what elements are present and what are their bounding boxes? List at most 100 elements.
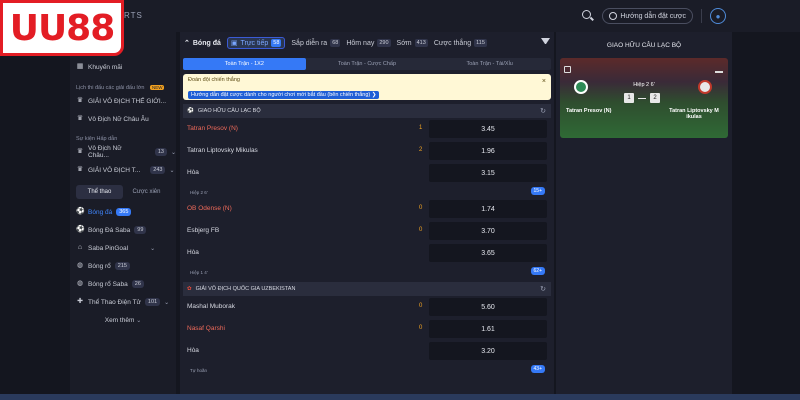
logo-text: UU88	[9, 7, 116, 49]
football-icon: ⚽	[76, 208, 85, 215]
gift-icon: ▦	[76, 63, 84, 70]
odds-button[interactable]: 3.20	[429, 342, 547, 360]
odds-button[interactable]: 5.60	[429, 298, 547, 316]
count-badge: 115	[474, 39, 487, 47]
more-markets-button[interactable]: 43+	[530, 365, 545, 373]
filter-upcoming[interactable]: Sắp diễn ra 68	[291, 39, 341, 47]
team-score: 0	[419, 205, 423, 211]
refresh-icon[interactable]: ↻	[540, 107, 546, 115]
sidebar-item-label: Bóng đá	[88, 208, 113, 216]
league-header[interactable]: ⚽ GIAO HỮU CÂU LẠC BỘ ↻	[183, 104, 551, 118]
chevron-down-icon[interactable]: ⌄	[164, 299, 169, 306]
home-team-name: Tatran Presov (N)	[566, 108, 612, 114]
table-row: Esbjerg FB 0 3.70	[183, 220, 551, 242]
match-meta-row: Hiệp 2 6' 15+	[183, 184, 551, 198]
table-row: Hòa 3.15	[183, 162, 551, 184]
flag-icon: ✿	[187, 286, 192, 292]
count-badge: 243	[150, 166, 166, 174]
odds-button[interactable]: 3.15	[429, 164, 547, 182]
notice-title: Đoán đội chiến thắng	[188, 77, 240, 83]
filter-live[interactable]: ▣ Trực tiếp 58	[226, 37, 286, 49]
tab-parlay[interactable]: Cược xiên	[123, 185, 170, 199]
notice-link[interactable]: Hướng dẫn đặt cược dành cho người chơi m…	[188, 91, 380, 99]
count-badge: 26	[131, 280, 144, 288]
count-badge: 290	[377, 39, 391, 47]
filter-icon[interactable]	[541, 38, 550, 47]
team-score: 0	[419, 303, 423, 309]
chevron-down-icon[interactable]: ⌄	[150, 245, 155, 252]
sidebar-item-basketball[interactable]: ◍ Bóng rổ 215	[70, 257, 176, 275]
window-icon[interactable]	[564, 66, 571, 73]
main-content: ⌃ Bóng đá ▣ Trực tiếp 58 Sắp diễn ra 68 …	[180, 32, 554, 400]
chevron-down-icon[interactable]: ⌄	[169, 167, 174, 174]
sidebar-item-highlight-2[interactable]: ♛ GIẢI VÔ ĐỊCH T... 243 ⌄	[70, 161, 176, 179]
search-icon[interactable]	[582, 10, 594, 22]
stats-icon[interactable]	[715, 66, 723, 73]
away-team-name: Tatran Liptovsky M ikulas	[669, 108, 719, 120]
league-header[interactable]: ✿ GIẢI VÔ ĐỊCH QUỐC GIA UZBEKISTAN ↻	[183, 282, 551, 296]
user-icon[interactable]: ●	[710, 8, 726, 24]
table-row: Mashal Muborak 0 5.60	[183, 296, 551, 318]
filter-bar: ⌃ Bóng đá ▣ Trực tiếp 58 Sắp diễn ra 68 …	[180, 32, 554, 54]
brand-logo[interactable]: UU88	[0, 0, 124, 56]
filter-today[interactable]: Hôm nay 290	[346, 39, 391, 47]
sidebar-item-highlight-1[interactable]: ♛ Vô Địch Nữ Châu... 13 ⌄	[70, 143, 176, 161]
team-name: OB Odense (N)	[187, 205, 232, 212]
tab-sports[interactable]: Thể thao	[76, 185, 123, 199]
table-row: Hòa 3.65	[183, 242, 551, 264]
top-actions: Hướng dẫn đặt cược ●	[582, 8, 726, 24]
count-badge: 68	[330, 39, 341, 47]
home-score: 1	[624, 93, 634, 103]
sidebar-item-label: Saba PinGoal	[88, 244, 129, 252]
tab-1x2[interactable]: Toàn Trận - 1X2	[183, 58, 306, 70]
schedule-title: Lịch thi đấu các giải đấu lớn NEW	[76, 85, 165, 91]
refresh-icon[interactable]: ↻	[540, 285, 546, 293]
sidebar-item-saba-basketball[interactable]: ◍ Bóng rổ Saba 26	[70, 275, 176, 293]
score-separator	[638, 97, 646, 99]
more-markets-button[interactable]: 15+	[530, 187, 545, 195]
odds-button[interactable]: 3.65	[429, 244, 547, 262]
chevron-down-icon[interactable]: ⌄	[171, 149, 176, 156]
live-icon: ▣	[230, 40, 238, 47]
league-name: GIẢI VÔ ĐỊCH QUỐC GIA UZBEKISTAN	[195, 286, 296, 292]
show-more-button[interactable]: Xem thêm ⌄	[70, 317, 176, 324]
odds-button[interactable]: 1.96	[429, 142, 547, 160]
table-row: OB Odense (N) 0 1.74	[183, 198, 551, 220]
scoreboard-controls	[564, 66, 571, 73]
match-half: Hiệp 2 6'	[633, 82, 655, 88]
odds-button[interactable]: 1.61	[429, 320, 547, 338]
tab-over-under[interactable]: Toàn Trận - Tài/Xỉu	[428, 58, 551, 70]
live-scoreboard: Hiệp 2 6' 1 2 Tatran Presov (N) Tatran L…	[560, 58, 728, 138]
chevron-up-icon[interactable]: ⌃	[184, 39, 190, 47]
sidebar-item-esports[interactable]: ✚ Thể Thao Điện Tử 101 ⌄	[70, 293, 176, 311]
football-icon: ⚽	[76, 226, 85, 233]
team-score: 0	[419, 325, 423, 331]
sidebar-item-saba-football[interactable]: ⚽ Bóng Đá Saba 99	[70, 221, 176, 239]
trophy-icon: ♛	[76, 115, 84, 122]
gamepad-icon: ✚	[77, 298, 83, 305]
odds-button[interactable]: 1.74	[429, 200, 547, 218]
sidebar-item-football[interactable]: ⚽ Bóng đá 365	[70, 203, 176, 221]
trophy-icon: ♛	[76, 148, 84, 155]
tab-handicap[interactable]: Toàn Trận - Cược Chấp	[306, 58, 429, 70]
odds-button[interactable]: 3.45	[429, 120, 547, 138]
filter-early[interactable]: Sớm 413	[397, 39, 428, 47]
sidebar-item-label: GIẢI VÔ ĐỊCH T...	[88, 166, 141, 174]
sidebar-item-world-cup[interactable]: ♛ GIẢI VÔ ĐỊCH THẾ GIỚI...	[70, 92, 176, 110]
filter-outright[interactable]: Cược thắng 115	[434, 39, 487, 47]
football-icon: ⚽	[187, 108, 194, 114]
guide-button[interactable]: Hướng dẫn đặt cược	[602, 8, 693, 24]
sidebar-item-label: Bóng rổ Saba	[88, 280, 128, 288]
sidebar-item-label: Vô Địch Nữ Châu Âu	[88, 115, 149, 123]
sidebar-item-promo[interactable]: ▦ Khuyến mãi	[70, 58, 176, 76]
team-name: Tatran Presov (N)	[187, 125, 238, 132]
more-markets-button[interactable]: 62+	[530, 267, 545, 275]
table-row: Nasaf Qarshi 0 1.61	[183, 318, 551, 340]
team-name: Hòa	[187, 249, 199, 256]
count-badge: 99	[134, 226, 147, 234]
close-icon[interactable]: ×	[542, 78, 546, 85]
notice-banner: Đoán đội chiến thắng Hướng dẫn đặt cược …	[183, 74, 551, 100]
sidebar-item-saba-pingoal[interactable]: ⌂ Saba PinGoal ⌄	[70, 239, 176, 257]
odds-button[interactable]: 3.70	[429, 222, 547, 240]
sidebar-item-euro-women[interactable]: ♛ Vô Địch Nữ Châu Âu	[70, 110, 176, 128]
